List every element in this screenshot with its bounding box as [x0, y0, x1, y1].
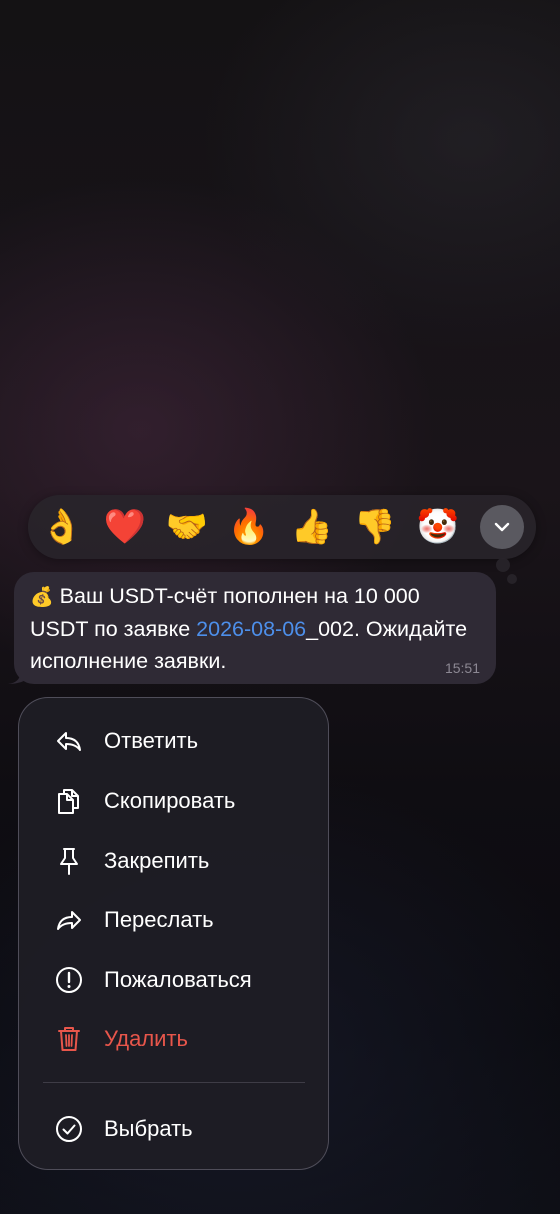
copy-icon — [58, 789, 79, 814]
forward-icon — [57, 911, 81, 930]
menu-item-select[interactable]: Выбрать — [19, 1101, 328, 1157]
menu-item-label: Удалить — [104, 1026, 188, 1051]
expand-reactions-button[interactable] — [480, 505, 524, 549]
trash-icon — [58, 1027, 80, 1051]
menu-item-copy[interactable]: Скопировать — [19, 773, 328, 829]
menu-item-label: Пожаловаться — [104, 967, 252, 992]
reaction-ok-hand[interactable]: 👌 — [40, 505, 84, 549]
message-timestamp: 15:51 — [444, 660, 480, 676]
reaction-bar-tail-dot-small — [507, 574, 517, 584]
menu-item-label: Переслать — [104, 907, 214, 932]
reaction-handshake[interactable]: 🤝 — [165, 505, 209, 549]
select-check-icon — [56, 1116, 82, 1142]
reaction-thumbs-up[interactable]: 👍 — [290, 505, 334, 549]
reply-icon — [57, 732, 81, 751]
menu-divider — [43, 1082, 305, 1083]
menu-item-label: Выбрать — [104, 1116, 193, 1141]
money-bag-emoji: 💰 — [30, 586, 54, 608]
message-link[interactable]: 2026-08-06 — [196, 617, 306, 641]
pin-icon — [60, 848, 78, 875]
menu-item-reply[interactable]: Ответить — [19, 713, 328, 769]
menu-item-label: Закрепить — [104, 848, 210, 873]
report-icon — [56, 967, 82, 993]
chevron-down-icon — [494, 522, 510, 532]
menu-item-label: Скопировать — [104, 788, 236, 813]
menu-item-delete[interactable]: Удалить — [19, 1011, 328, 1067]
menu-item-label: Ответить — [104, 728, 199, 753]
message-bubble[interactable]: 💰 Ваш USDT-счёт пополнен на 10 000 USDT п… — [14, 572, 496, 684]
reaction-clown-face[interactable]: 🤡 — [416, 505, 460, 549]
reaction-red-heart[interactable]: ❤️ — [103, 505, 147, 549]
context-menu: Ответить Скопировать Закрепить Переслать… — [18, 697, 329, 1170]
message-text: 💰 Ваш USDT-счёт пополнен на 10 000 USDT п… — [30, 580, 480, 677]
reaction-bar-tail-dot — [496, 558, 510, 572]
reaction-bar: 👌 ❤️ 🤝 🔥 👍 👎 🤡 — [28, 495, 536, 559]
menu-item-pin[interactable]: Закрепить — [19, 833, 328, 889]
menu-item-report[interactable]: Пожаловаться — [19, 952, 328, 1008]
menu-item-forward[interactable]: Переслать — [19, 892, 328, 948]
reaction-thumbs-down[interactable]: 👎 — [353, 505, 397, 549]
reaction-fire[interactable]: 🔥 — [227, 505, 271, 549]
